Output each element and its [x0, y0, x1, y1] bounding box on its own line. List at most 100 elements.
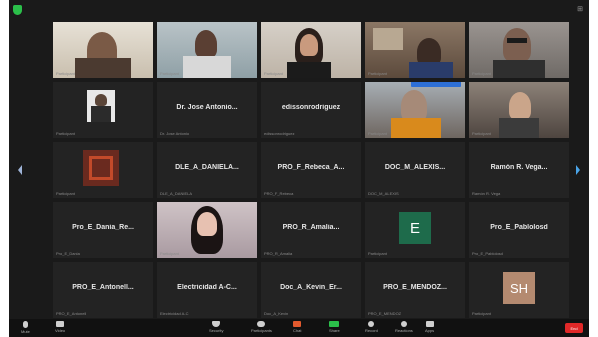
participant-tile[interactable]: Doc_A_Kevin_Er... Doc_A_Kevin — [261, 262, 361, 318]
participant-grid: Participant Participant Participant Part… — [53, 22, 569, 318]
tile-caption: PRO_F_Rebeca — [264, 191, 294, 196]
smile-icon — [400, 321, 407, 327]
record-button[interactable]: Record — [365, 321, 378, 335]
video-room — [365, 22, 465, 78]
participant-tile[interactable]: Participant — [365, 22, 465, 78]
view-toggle[interactable]: ⊞ — [577, 5, 583, 13]
participant-name: PRO_E_MENDOZ... — [383, 284, 447, 291]
tile-caption: Electricidad A-C — [160, 311, 189, 316]
video-dim — [469, 82, 569, 138]
participant-tile[interactable]: PRO_E_MENDOZ... PRO_E_MENDOZ — [365, 262, 465, 318]
video-portrait — [53, 82, 153, 138]
apps-icon — [425, 321, 434, 327]
record-icon — [368, 321, 375, 327]
tile-caption: Doc_A_Kevin — [264, 311, 289, 316]
tile-caption: Participant — [160, 251, 179, 256]
meeting-toolbar: Mute Video Security Participants Chat Sh… — [9, 319, 589, 337]
participant-tile[interactable]: Participant — [157, 202, 257, 258]
tile-caption: Participant — [368, 251, 387, 256]
participant-name: Dr. Jose Antonio... — [176, 104, 238, 111]
tile-caption: PRO_E_MENDOZ — [368, 311, 402, 316]
people-icon — [257, 321, 266, 327]
security-shield-icon[interactable] — [13, 5, 22, 15]
participant-name: Doc_A_Kevin_Er... — [280, 284, 342, 291]
share-screen-button[interactable]: Share — [329, 321, 340, 335]
participant-tile[interactable]: Participant — [53, 22, 153, 78]
participant-tile[interactable]: Ramón R. Vega... Ramón R. Vega — [469, 142, 569, 198]
end-meeting-button[interactable]: End — [565, 323, 583, 333]
tile-caption: Participant — [56, 131, 75, 136]
apps-button[interactable]: Apps — [425, 321, 434, 335]
video-button[interactable]: Video — [55, 321, 65, 335]
speaking-badge — [411, 82, 461, 87]
tile-caption: Participant — [264, 71, 283, 76]
tile-caption: edissonrodriguez — [264, 131, 295, 136]
participant-tile[interactable]: Pro_E_Pablolosd Pro_E_Pablolosd — [469, 202, 569, 258]
video-logo — [53, 142, 153, 198]
participant-tile[interactable]: Dr. Jose Antonio... Dr. Jose Antonio — [157, 82, 257, 138]
video-older-woman — [365, 82, 465, 138]
participant-name: PRO_R_Amalia... — [282, 224, 340, 231]
shield-icon — [212, 321, 221, 327]
participant-name: PRO_E_Antonell... — [72, 284, 134, 291]
participant-tile[interactable]: Electricidad A-C... Electricidad A-C — [157, 262, 257, 318]
participant-tile[interactable]: Participant — [157, 22, 257, 78]
tile-caption: Dr. Jose Antonio — [160, 131, 190, 136]
participant-name: DLE_A_DANIELA... — [175, 164, 239, 171]
participant-tile[interactable]: Participant — [469, 82, 569, 138]
participant-name: Electricidad A-C... — [177, 284, 237, 291]
tile-caption: PRO_E_Antonell — [56, 311, 87, 316]
participant-name: Ramón R. Vega... — [490, 164, 548, 171]
participant-tile[interactable]: Participant — [469, 22, 569, 78]
chevron-right-icon — [576, 165, 580, 175]
avatar: E — [399, 212, 431, 244]
camera-icon — [56, 321, 65, 327]
participants-button[interactable]: Participants — [251, 321, 272, 335]
participant-tile[interactable]: Participant — [53, 142, 153, 198]
participant-tile[interactable]: SH Participant — [469, 262, 569, 318]
participant-tile[interactable]: PRO_E_Antonell... PRO_E_Antonell — [53, 262, 153, 318]
tile-caption: Participant — [368, 71, 387, 76]
tile-caption: Pro_E_Pablolosd — [472, 251, 503, 256]
participant-tile[interactable]: Participant — [53, 82, 153, 138]
participant-tile[interactable]: Participant — [365, 82, 465, 138]
mute-button[interactable]: Mute — [21, 321, 30, 335]
microphone-icon — [22, 321, 28, 328]
participant-tile[interactable]: E Participant — [365, 202, 465, 258]
security-button[interactable]: Security — [209, 321, 223, 335]
participant-name: edissonrodriguez — [281, 104, 341, 111]
tile-caption: Participant — [472, 311, 491, 316]
participant-tile[interactable]: PRO_F_Rebeca_A... PRO_F_Rebeca — [261, 142, 361, 198]
participant-name: PRO_F_Rebeca_A... — [277, 164, 345, 171]
video-woman-long-hair — [157, 202, 257, 258]
participant-tile[interactable]: DOC_M_ALEXIS... DOC_M_ALEXIS — [365, 142, 465, 198]
video-host — [53, 22, 153, 78]
participant-tile[interactable]: PRO_R_Amalia... PRO_R_Amalia — [261, 202, 361, 258]
chevron-left-icon — [18, 165, 22, 175]
participant-name: DOC_M_ALEXIS... — [384, 164, 446, 171]
video-girl — [261, 22, 361, 78]
next-page-button[interactable] — [573, 163, 583, 177]
participant-name: Pro_E_Pablolosd — [490, 224, 548, 231]
participant-tile[interactable]: DLE_A_DANIELA... DLE_A_DANIELA — [157, 142, 257, 198]
tile-caption: Participant — [160, 71, 179, 76]
participant-tile[interactable]: edissonrodriguez edissonrodriguez — [261, 82, 361, 138]
tile-caption: DOC_M_ALEXIS — [368, 191, 399, 196]
tile-caption: Pro_E_Dania — [56, 251, 80, 256]
video-boy — [157, 22, 257, 78]
prev-page-button[interactable] — [15, 163, 25, 177]
share-icon — [329, 321, 340, 327]
meeting-window: ⊞ Participant Participant Participant Pa… — [9, 0, 589, 337]
tile-caption: Ramón R. Vega — [472, 191, 501, 196]
reactions-button[interactable]: Reactions — [395, 321, 413, 335]
top-bar: ⊞ — [9, 0, 589, 20]
tile-caption: Participant — [472, 131, 491, 136]
tile-caption: Participant — [56, 191, 75, 196]
tile-caption: PRO_R_Amalia — [264, 251, 293, 256]
participant-tile[interactable]: Participant — [261, 22, 361, 78]
avatar: SH — [503, 272, 535, 304]
participant-tile[interactable]: Pro_E_Dania_Re... Pro_E_Dania — [53, 202, 153, 258]
video-man — [469, 22, 569, 78]
chat-button[interactable]: Chat — [293, 321, 301, 335]
participant-name: Pro_E_Dania_Re... — [72, 224, 134, 231]
